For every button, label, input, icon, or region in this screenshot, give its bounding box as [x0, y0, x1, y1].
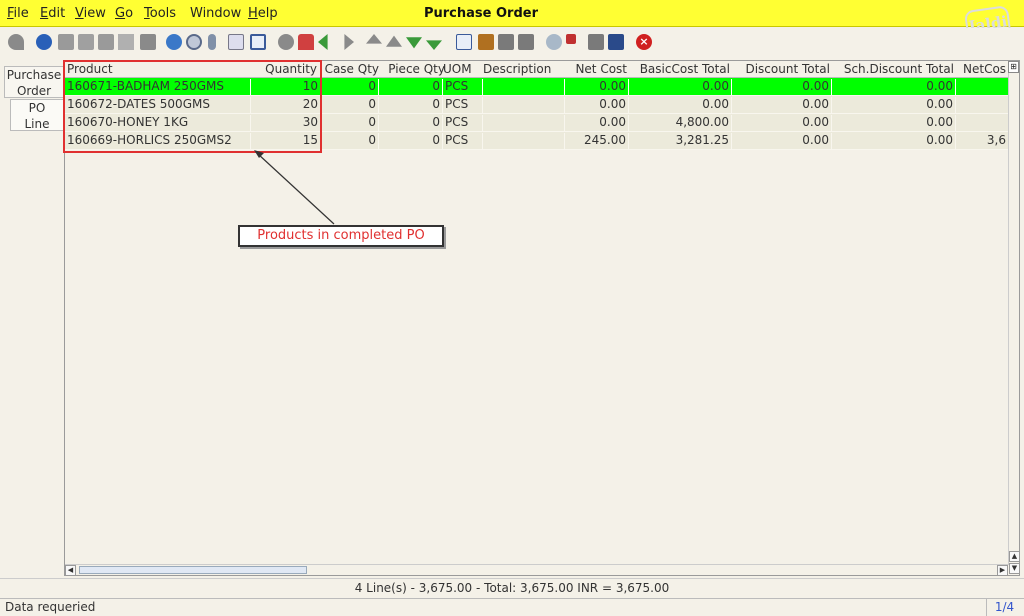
scroll-down-icon[interactable]: ▼ [1009, 563, 1020, 574]
col-header-description[interactable]: Description [483, 62, 551, 76]
previous-record-icon[interactable] [386, 35, 402, 47]
record-position[interactable]: 1/4 [986, 599, 1022, 616]
home-icon[interactable] [298, 34, 314, 50]
cell-piece-qty[interactable]: 0 [379, 115, 443, 131]
last-record-icon[interactable] [426, 40, 442, 50]
cell-sch-discount-total[interactable]: 0.00 [832, 79, 956, 95]
cell-description[interactable] [483, 97, 565, 113]
cell-net-cost[interactable]: 0.00 [565, 79, 629, 95]
tab-po-line-label-2: Line [24, 117, 50, 131]
report-icon[interactable] [456, 34, 472, 50]
cell-netcost-total[interactable]: 3,6 [956, 133, 1009, 149]
cell-case-qty[interactable]: 0 [321, 97, 379, 113]
status-bar: Data requeried 1/4 [0, 598, 1024, 616]
previous-icon[interactable] [318, 34, 328, 50]
horizontal-scrollbar[interactable]: ◀ ▶ [65, 564, 1009, 576]
cell-case-qty[interactable]: 0 [321, 133, 379, 149]
col-header-discount-total[interactable]: Discount Total [733, 62, 830, 76]
col-header-case-qty[interactable]: Case Qty [323, 62, 379, 76]
status-message: Data requeried [5, 600, 96, 614]
request-icon[interactable] [588, 34, 604, 50]
cell-basiccost-total[interactable]: 0.00 [629, 97, 732, 113]
cell-piece-qty[interactable]: 0 [379, 97, 443, 113]
cell-uom[interactable]: PCS [443, 97, 483, 113]
toolbar: × [0, 28, 1024, 58]
col-header-basiccost-total[interactable]: BasicCost Total [629, 62, 730, 76]
next-record-icon[interactable] [406, 37, 422, 49]
print-icon[interactable] [518, 34, 534, 50]
window-title: Purchase Order [423, 6, 538, 21]
cell-discount-total[interactable]: 0.00 [732, 133, 832, 149]
save-icon[interactable] [140, 34, 156, 50]
cell-discount-total[interactable]: 0.00 [732, 79, 832, 95]
cell-uom[interactable]: PCS [443, 115, 483, 131]
cell-description[interactable] [483, 115, 565, 131]
menu-bar: File Edit View Go Tools Window Help Purc… [0, 0, 1024, 27]
col-header-netcost-total[interactable]: NetCos [963, 62, 1009, 76]
cell-uom[interactable]: PCS [443, 79, 483, 95]
next-icon[interactable] [344, 34, 354, 50]
cell-sch-discount-total[interactable]: 0.00 [832, 97, 956, 113]
zoom-icon[interactable] [546, 34, 562, 50]
cell-case-qty[interactable]: 0 [321, 79, 379, 95]
cell-piece-qty[interactable]: 0 [379, 79, 443, 95]
tab-po-line[interactable]: PO Line [10, 99, 64, 131]
find-icon[interactable] [186, 34, 202, 50]
cell-description[interactable] [483, 79, 565, 95]
scroll-left-icon[interactable]: ◀ [65, 565, 76, 576]
cell-netcost-total[interactable] [956, 97, 1009, 113]
cell-netcost-total[interactable] [956, 79, 1009, 95]
product-info-icon[interactable] [608, 34, 624, 50]
scroll-right-icon[interactable]: ▶ [997, 565, 1008, 576]
chat-icon[interactable] [228, 34, 244, 50]
cell-basiccost-total[interactable]: 3,281.25 [629, 133, 732, 149]
first-record-icon[interactable] [366, 34, 382, 44]
tab-purchase-order-label-2: Order [16, 84, 52, 98]
col-header-sch-discount-total[interactable]: Sch.Discount Total [833, 62, 954, 76]
cell-basiccost-total[interactable]: 4,800.00 [629, 115, 732, 131]
cell-discount-total[interactable]: 0.00 [732, 115, 832, 131]
scroll-up-icon[interactable]: ▲ [1009, 551, 1020, 562]
workflow-icon[interactable] [566, 34, 576, 44]
vertical-scrollbar[interactable]: ⊞ ▲ ▼ [1008, 61, 1020, 575]
close-icon[interactable]: × [636, 34, 652, 50]
delete-icon[interactable] [98, 34, 114, 50]
cell-discount-total[interactable]: 0.00 [732, 97, 832, 113]
history-icon[interactable] [278, 34, 294, 50]
cell-net-cost[interactable]: 0.00 [565, 97, 629, 113]
archive-icon[interactable] [478, 34, 494, 50]
refresh-icon[interactable] [166, 34, 182, 50]
tab-purchase-order-label-1: Purchase [6, 68, 62, 82]
cell-sch-discount-total[interactable]: 0.00 [832, 115, 956, 131]
annotation-label: Products in completed PO [238, 225, 444, 247]
attachment-icon[interactable] [208, 34, 216, 50]
tab-purchase-order[interactable]: Purchase Order [4, 66, 64, 98]
col-header-piece-qty[interactable]: Piece Qty [381, 62, 445, 76]
help-icon[interactable] [36, 34, 52, 50]
cell-case-qty[interactable]: 0 [321, 115, 379, 131]
cell-netcost-total[interactable] [956, 115, 1009, 131]
column-chooser-icon[interactable]: ⊞ [1008, 61, 1019, 73]
print-preview-icon[interactable] [498, 34, 514, 50]
horizontal-scroll-thumb[interactable] [79, 566, 307, 574]
grid-toggle-icon[interactable] [250, 34, 266, 50]
new-record-icon[interactable] [58, 34, 74, 50]
annotation-highlight-box [63, 60, 322, 153]
cell-net-cost[interactable]: 0.00 [565, 115, 629, 131]
cell-basiccost-total[interactable]: 0.00 [629, 79, 732, 95]
tab-po-line-label-1: PO [28, 101, 46, 115]
cell-uom[interactable]: PCS [443, 133, 483, 149]
cell-net-cost[interactable]: 245.00 [565, 133, 629, 149]
cell-description[interactable] [483, 133, 565, 149]
copy-record-icon[interactable] [78, 34, 94, 50]
undo-icon[interactable] [8, 34, 24, 50]
cell-sch-discount-total[interactable]: 0.00 [832, 133, 956, 149]
settings-icon[interactable] [118, 34, 134, 50]
cell-piece-qty[interactable]: 0 [379, 133, 443, 149]
totals-summary: 4 Line(s) - 3,675.00 - Total: 3,675.00 I… [0, 578, 1024, 597]
col-header-uom[interactable]: UOM [443, 62, 472, 76]
col-header-net-cost[interactable]: Net Cost [565, 62, 627, 76]
